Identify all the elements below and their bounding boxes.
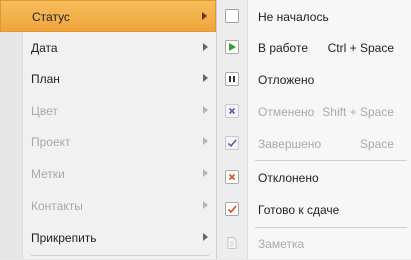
status-rejected[interactable]: Отклонено (217, 162, 411, 194)
menu-item-tags: Метки (0, 158, 216, 190)
submenu-arrow-icon (202, 12, 207, 20)
status-not-started[interactable]: Не началось (217, 1, 411, 33)
menu-item-contacts-label: Контакты (31, 199, 83, 213)
menu-item-tags-label: Метки (31, 167, 65, 181)
status-postponed-label: Отложено (258, 73, 315, 87)
menu-item-plan[interactable]: План (0, 63, 216, 95)
submenu-arrow-icon (203, 201, 208, 209)
submenu-arrow-icon (203, 74, 208, 82)
ready-checkmark-icon (225, 202, 239, 216)
checkmark-icon (225, 136, 239, 150)
status-cancelled: Отменено Shift + Space (217, 96, 411, 128)
status-completed-label: Завершено (258, 137, 322, 151)
menu-item-attach[interactable]: Прикрепить (0, 222, 216, 254)
status-cancelled-shortcut: Shift + Space (322, 105, 394, 119)
menu-item-plan-label: План (31, 72, 60, 86)
play-icon (225, 40, 239, 54)
menu-item-contacts: Контакты (0, 190, 216, 222)
status-completed: Завершено Space (217, 128, 411, 160)
status-rejected-label: Отклонено (258, 171, 319, 185)
status-ready-for-delivery-label: Готово к сдаче (258, 203, 340, 217)
left-context-menu: Статус Дата План Цвет Проект Метки Конта… (0, 0, 217, 259)
menu-item-date-label: Дата (31, 41, 58, 55)
menu-separator (255, 160, 407, 161)
status-submenu: Не началось В работе Ctrl + Space Отложе… (217, 0, 411, 259)
status-completed-shortcut: Space (359, 137, 394, 151)
menu-item-attach-label: Прикрепить (31, 231, 97, 245)
pause-icon (225, 72, 239, 86)
menu-item-color: Цвет (0, 95, 216, 127)
submenu-arrow-icon (203, 137, 208, 145)
menu-item-date[interactable]: Дата (0, 32, 216, 64)
empty-checkbox-icon (225, 9, 239, 23)
status-note-label: Заметка (258, 237, 305, 251)
submenu-arrow-icon (203, 43, 208, 51)
note-icon (225, 236, 239, 250)
submenu-arrow-icon (203, 106, 208, 114)
status-postponed[interactable]: Отложено (217, 64, 411, 96)
status-not-started-label: Не началось (258, 10, 329, 24)
menu-item-color-label: Цвет (31, 104, 58, 118)
menu-item-project-label: Проект (31, 135, 71, 149)
status-in-progress[interactable]: В работе Ctrl + Space (217, 32, 411, 64)
status-cancelled-label: Отменено (258, 105, 315, 119)
menu-item-project: Проект (0, 126, 216, 158)
reject-x-icon (225, 170, 239, 184)
status-note: Заметка (217, 228, 411, 260)
status-ready-for-delivery[interactable]: Готово к сдаче (217, 194, 411, 226)
menu-separator (31, 255, 209, 256)
submenu-arrow-icon (203, 169, 208, 177)
status-in-progress-shortcut: Ctrl + Space (327, 41, 394, 55)
cancel-x-icon (225, 104, 239, 118)
status-in-progress-label: В работе (258, 41, 309, 55)
submenu-arrow-icon (203, 233, 208, 241)
menu-item-status-label: Статус (32, 10, 70, 24)
menu-item-status[interactable]: Статус (0, 0, 216, 32)
